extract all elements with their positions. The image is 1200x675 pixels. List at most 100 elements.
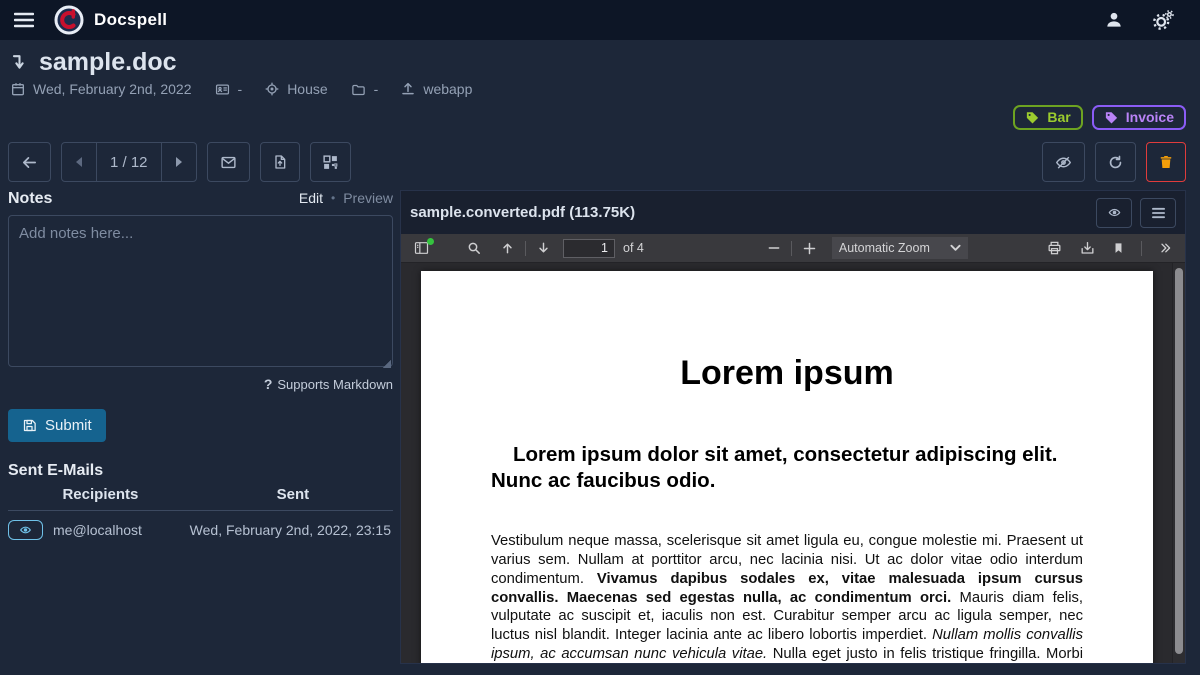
viewer-scrollbar[interactable] bbox=[1172, 263, 1185, 663]
sidebar-toggle-button[interactable] bbox=[408, 234, 435, 262]
sent-emails-heading: Sent E-Mails bbox=[8, 462, 393, 480]
attachment-header: sample.converted.pdf (113.75K) bbox=[401, 191, 1185, 234]
next-item-button[interactable] bbox=[161, 143, 196, 181]
file-upload-icon bbox=[272, 153, 288, 171]
send-mail-button[interactable] bbox=[207, 142, 250, 182]
download-button[interactable] bbox=[1074, 240, 1101, 256]
eye-icon bbox=[18, 524, 33, 536]
zoom-in-button[interactable] bbox=[797, 234, 822, 262]
arrow-turn-down-icon bbox=[10, 51, 29, 74]
pdf-document-heading: Lorem ipsum dolor sit amet, consectetur … bbox=[491, 442, 1083, 494]
attachment-preview-button[interactable] bbox=[1096, 198, 1132, 228]
caret-right-icon bbox=[175, 156, 183, 168]
item-pagination: 1 / 12 bbox=[61, 142, 197, 182]
main-content: Notes Edit • Preview ?Supports Markdown … bbox=[0, 190, 1200, 664]
save-icon bbox=[22, 418, 37, 433]
show-qr-button[interactable] bbox=[310, 142, 351, 182]
item-toolbar: 1 / 12 bbox=[0, 130, 1200, 182]
attachment-filename: sample.converted.pdf (113.75K) bbox=[410, 204, 635, 221]
notes-panel: Notes Edit • Preview ?Supports Markdown … bbox=[8, 190, 393, 664]
back-button[interactable] bbox=[8, 142, 51, 182]
next-page-button[interactable] bbox=[531, 234, 556, 262]
markdown-hint-label: Supports Markdown bbox=[277, 377, 393, 392]
pdf-viewer-area: Lorem ipsum Lorem ipsum dolor sit amet, … bbox=[401, 263, 1185, 663]
print-icon bbox=[1046, 240, 1063, 256]
notes-textarea[interactable] bbox=[8, 215, 393, 367]
delete-item-button[interactable] bbox=[1146, 142, 1186, 182]
source-value: webapp bbox=[423, 81, 472, 97]
attachment-panel: sample.converted.pdf (113.75K) bbox=[400, 190, 1186, 664]
envelope-icon bbox=[219, 154, 238, 171]
app-logo-icon bbox=[54, 5, 84, 35]
markdown-help-link[interactable]: ? Supports Markdown bbox=[8, 376, 393, 392]
app-home-link[interactable]: Docspell bbox=[54, 5, 167, 35]
bookmark-icon bbox=[1112, 240, 1125, 256]
add-files-button[interactable] bbox=[260, 142, 300, 182]
correspondent-value: - bbox=[238, 81, 243, 97]
notes-edit-link[interactable]: Edit bbox=[299, 190, 323, 206]
mail-sent-date: Wed, February 2nd, 2022, 23:15 bbox=[190, 522, 393, 538]
item-meta-row: Wed, February 2nd, 2022 - House - webapp bbox=[10, 81, 1186, 97]
arrow-down-icon bbox=[536, 240, 551, 256]
pdf-document-title: Lorem ipsum bbox=[491, 354, 1083, 393]
concerning-value: House bbox=[287, 81, 327, 97]
folder-icon bbox=[350, 82, 367, 97]
print-button[interactable] bbox=[1041, 240, 1068, 256]
scrollbar-thumb[interactable] bbox=[1175, 268, 1183, 654]
item-header: sample.doc Wed, February 2nd, 2022 - Hou… bbox=[0, 40, 1200, 97]
user-icon[interactable] bbox=[1104, 10, 1124, 30]
submit-notes-button[interactable]: Submit bbox=[8, 409, 106, 442]
submit-label: Submit bbox=[45, 417, 92, 434]
bookmark-button[interactable] bbox=[1107, 240, 1130, 256]
notes-preview-link[interactable]: Preview bbox=[343, 190, 393, 206]
trash-icon bbox=[1158, 153, 1174, 171]
eye-slash-icon bbox=[1054, 154, 1073, 171]
refresh-icon bbox=[1107, 154, 1124, 171]
tag-invoice[interactable]: Invoice bbox=[1092, 105, 1186, 130]
caret-left-icon bbox=[75, 156, 83, 168]
dot-separator: • bbox=[331, 191, 335, 205]
resize-handle[interactable] bbox=[382, 359, 391, 368]
correspondent-icon bbox=[214, 82, 231, 97]
tags-row: Bar Invoice bbox=[0, 97, 1200, 130]
pdf-document-paragraph: Vestibulum neque massa, scelerisque sit … bbox=[491, 532, 1083, 663]
folder-value: - bbox=[374, 81, 379, 97]
item-date: Wed, February 2nd, 2022 bbox=[33, 81, 192, 97]
mail-recipient: me@localhost bbox=[53, 522, 142, 538]
gear-icon[interactable] bbox=[1152, 9, 1174, 31]
previous-page-button[interactable] bbox=[495, 234, 520, 262]
tag-label: Bar bbox=[1047, 109, 1070, 125]
minus-icon bbox=[767, 241, 781, 255]
eye-icon bbox=[1107, 206, 1122, 219]
sent-emails-table: Recipients Sent me@localhost Wed, Februa… bbox=[8, 486, 393, 540]
find-button[interactable] bbox=[461, 234, 487, 262]
unconfirm-button[interactable] bbox=[1042, 142, 1085, 182]
more-tools-button[interactable] bbox=[1153, 241, 1178, 255]
tag-bar[interactable]: Bar bbox=[1013, 105, 1082, 130]
tag-icon bbox=[1025, 110, 1040, 125]
tag-icon bbox=[1104, 110, 1119, 125]
zoom-select-value: Automatic Zoom bbox=[839, 241, 930, 255]
zoom-out-button[interactable] bbox=[762, 234, 786, 262]
zoom-select[interactable]: Automatic Zoom bbox=[832, 237, 968, 259]
attachment-menu-button[interactable] bbox=[1140, 198, 1176, 228]
view-mail-button[interactable] bbox=[8, 520, 43, 540]
plus-icon bbox=[802, 241, 817, 256]
qrcode-icon bbox=[322, 154, 339, 171]
download-icon bbox=[1079, 240, 1096, 256]
item-title: sample.doc bbox=[39, 48, 177, 76]
notes-heading: Notes bbox=[8, 190, 52, 208]
search-icon bbox=[466, 240, 482, 256]
chevron-down-icon bbox=[950, 244, 961, 252]
col-sent: Sent bbox=[193, 486, 393, 503]
prev-item-button[interactable] bbox=[62, 143, 96, 181]
page-number-input[interactable] bbox=[563, 239, 615, 258]
pdf-page: Lorem ipsum Lorem ipsum dolor sit amet, … bbox=[421, 271, 1153, 663]
question-icon: ? bbox=[264, 376, 273, 392]
arrow-up-icon bbox=[500, 240, 515, 256]
menu-icon[interactable] bbox=[14, 12, 34, 28]
col-recipients: Recipients bbox=[8, 486, 193, 503]
calendar-icon bbox=[10, 81, 26, 97]
item-position-label: 1 / 12 bbox=[96, 143, 161, 181]
reprocess-button[interactable] bbox=[1095, 142, 1136, 182]
